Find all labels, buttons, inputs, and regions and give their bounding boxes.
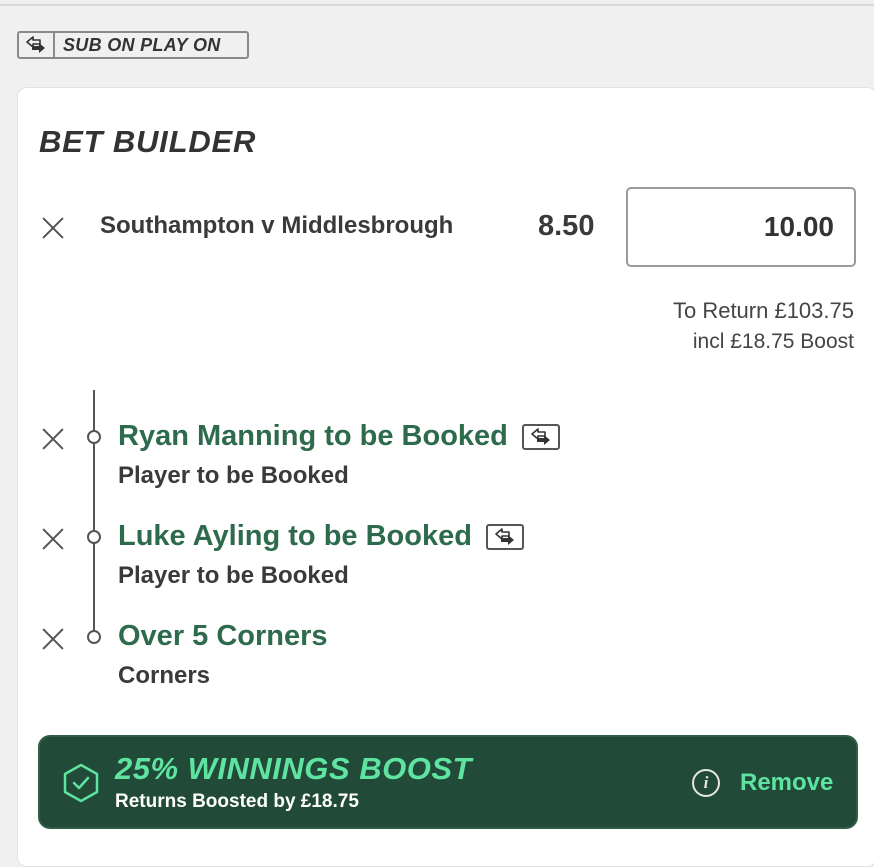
- remove-boost-button[interactable]: Remove: [740, 769, 833, 797]
- selection-title: Ryan Manning to be Booked: [118, 420, 560, 453]
- selection-title: Luke Ayling to be Booked: [118, 520, 524, 553]
- selection-market: Corners: [118, 662, 211, 689]
- stake-input[interactable]: [626, 187, 856, 267]
- bet-builder-card: BET BUILDER Southampton v Middlesbrough …: [17, 87, 874, 867]
- badge-label: SUB ON PLAY ON: [63, 34, 221, 55]
- timeline-node: [87, 430, 101, 444]
- included-boost-text: incl £18.75 Boost: [692, 330, 854, 353]
- selection-market: Player to be Booked: [118, 562, 349, 589]
- timeline-node: [87, 630, 101, 644]
- selection-title: Over 5 Corners: [118, 620, 328, 652]
- substitute-icon: [521, 423, 560, 450]
- sub-on-play-on-badge: SUB ON PLAY ON: [17, 31, 249, 59]
- to-return-text: To Return £103.75: [672, 298, 854, 323]
- selection-market: Player to be Booked: [118, 462, 349, 489]
- boost-title: 25% WINNINGS BOOST: [115, 751, 472, 786]
- remove-selection-close-icon[interactable]: [40, 526, 66, 552]
- shield-check-icon: [62, 763, 100, 808]
- remove-bet-close-icon[interactable]: [40, 215, 66, 241]
- bet-odds: 8.50: [538, 210, 595, 242]
- bet-builder-title: BET BUILDER: [39, 124, 257, 159]
- boost-subtitle: Returns Boosted by £18.75: [115, 791, 359, 812]
- substitute-icon: [19, 33, 55, 57]
- top-divider: [0, 4, 874, 6]
- info-icon[interactable]: i: [692, 769, 720, 797]
- winnings-boost-banner: 25% WINNINGS BOOST Returns Boosted by £1…: [38, 735, 858, 829]
- match-name: Southampton v Middlesbrough: [100, 212, 454, 239]
- selection-timeline: [93, 390, 95, 638]
- remove-selection-close-icon[interactable]: [40, 426, 66, 452]
- substitute-icon: [485, 523, 524, 550]
- timeline-node: [87, 530, 101, 544]
- remove-selection-close-icon[interactable]: [40, 626, 66, 652]
